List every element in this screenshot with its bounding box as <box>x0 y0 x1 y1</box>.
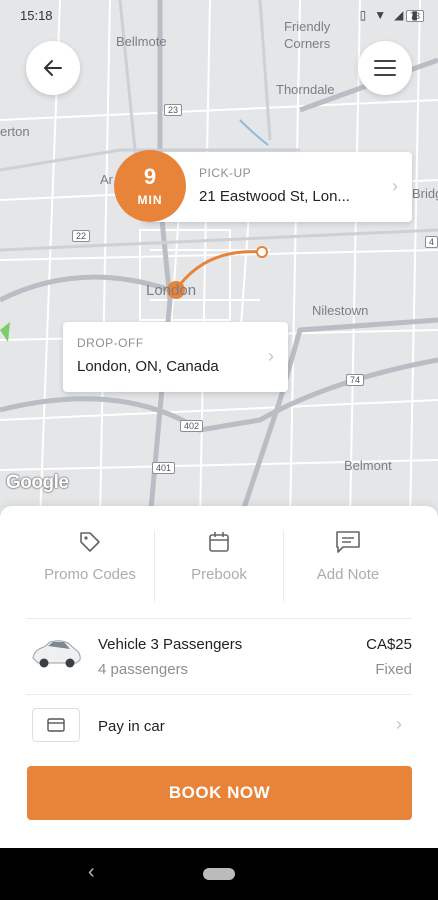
divider <box>26 618 412 619</box>
payment-label: Pay in car <box>98 718 165 735</box>
divider <box>26 694 412 695</box>
status-time: 15:18 <box>20 7 53 23</box>
route-shield: 401 <box>152 462 176 474</box>
eta-badge: 9 MIN <box>114 150 186 222</box>
battery-icon: ▮ <box>411 8 418 22</box>
pickup-address: 21 Eastwood St, Lon... <box>199 188 350 205</box>
payment-method-row[interactable]: Pay in car › <box>26 706 412 748</box>
google-logo: Google <box>6 472 69 493</box>
price-type: Fixed <box>375 661 412 678</box>
system-nav-bar: ‹ <box>0 848 438 900</box>
dropoff-card[interactable]: DROP-OFF London, ON, Canada › <box>63 322 288 392</box>
credit-card-icon <box>47 718 65 732</box>
prebook-button[interactable]: Prebook <box>155 530 284 602</box>
pickup-caption: PICK-UP <box>199 166 252 180</box>
map-label: Thorndale <box>276 82 335 97</box>
car-icon <box>32 640 81 668</box>
nav-home-pill[interactable] <box>203 868 235 880</box>
wifi-icon: ▼ <box>374 8 387 22</box>
prebook-label: Prebook <box>191 566 247 583</box>
nav-back-icon[interactable]: ‹ <box>88 861 95 884</box>
promo-codes-label: Promo Codes <box>44 566 136 583</box>
status-bar: 15:18 ▯ ▼ ◢ ▮ <box>0 0 438 30</box>
payment-icon-box <box>32 708 80 742</box>
map-label: Bridg <box>412 186 438 201</box>
promo-codes-button[interactable]: Promo Codes <box>26 530 155 602</box>
route-shield: 74 <box>346 374 365 386</box>
app-screen: Friendly Corners Thorndale Bellmote erton… <box>0 0 438 900</box>
book-now-button[interactable]: BOOK NOW <box>27 766 412 820</box>
dropoff-address: London, ON, Canada <box>77 358 219 375</box>
message-icon <box>336 531 360 553</box>
route-shield: 4 <box>425 236 438 248</box>
add-note-button[interactable]: Add Note <box>284 530 412 602</box>
booking-sheet: Promo Codes Prebook Add Note Vehicle 3 P… <box>0 506 438 848</box>
tag-icon <box>80 532 100 552</box>
hamburger-menu-icon <box>374 60 396 76</box>
map-label: Bellmote <box>116 34 167 49</box>
back-button[interactable] <box>26 41 80 95</box>
dropoff-caption: DROP-OFF <box>77 336 144 350</box>
vehicle-name: Vehicle 3 Passengers <box>98 636 243 653</box>
add-note-label: Add Note <box>316 566 380 583</box>
menu-button[interactable] <box>358 41 412 95</box>
map-label: London <box>146 282 197 299</box>
vehicle-price: CA$25 <box>366 636 412 653</box>
chevron-right-icon: › <box>392 176 398 196</box>
vibrate-icon: ▯ <box>359 8 367 22</box>
route-shield: 402 <box>180 420 204 432</box>
quick-actions: Promo Codes Prebook Add Note <box>26 530 412 602</box>
route-shield: 23 <box>164 104 183 116</box>
map-label: erton <box>0 124 30 139</box>
map-label: Ar <box>100 172 113 187</box>
arrow-left-icon <box>44 60 62 76</box>
map-label: Nilestown <box>312 303 369 318</box>
chevron-right-icon: › <box>396 714 402 734</box>
route-shield: 22 <box>72 230 91 242</box>
vehicle-option[interactable]: Vehicle 3 Passengers 4 passengers CA$25 … <box>26 624 412 692</box>
chevron-right-icon: › <box>268 346 274 366</box>
calendar-icon <box>209 532 229 552</box>
eta-value: 9 <box>143 164 157 189</box>
status-icons: ▯ ▼ ◢ ▮ <box>360 8 418 22</box>
signal-icon: ◢ <box>394 8 404 22</box>
map-label: Belmont <box>344 458 392 473</box>
vehicle-passengers: 4 passengers <box>98 661 189 678</box>
eta-unit: MIN <box>137 193 163 207</box>
